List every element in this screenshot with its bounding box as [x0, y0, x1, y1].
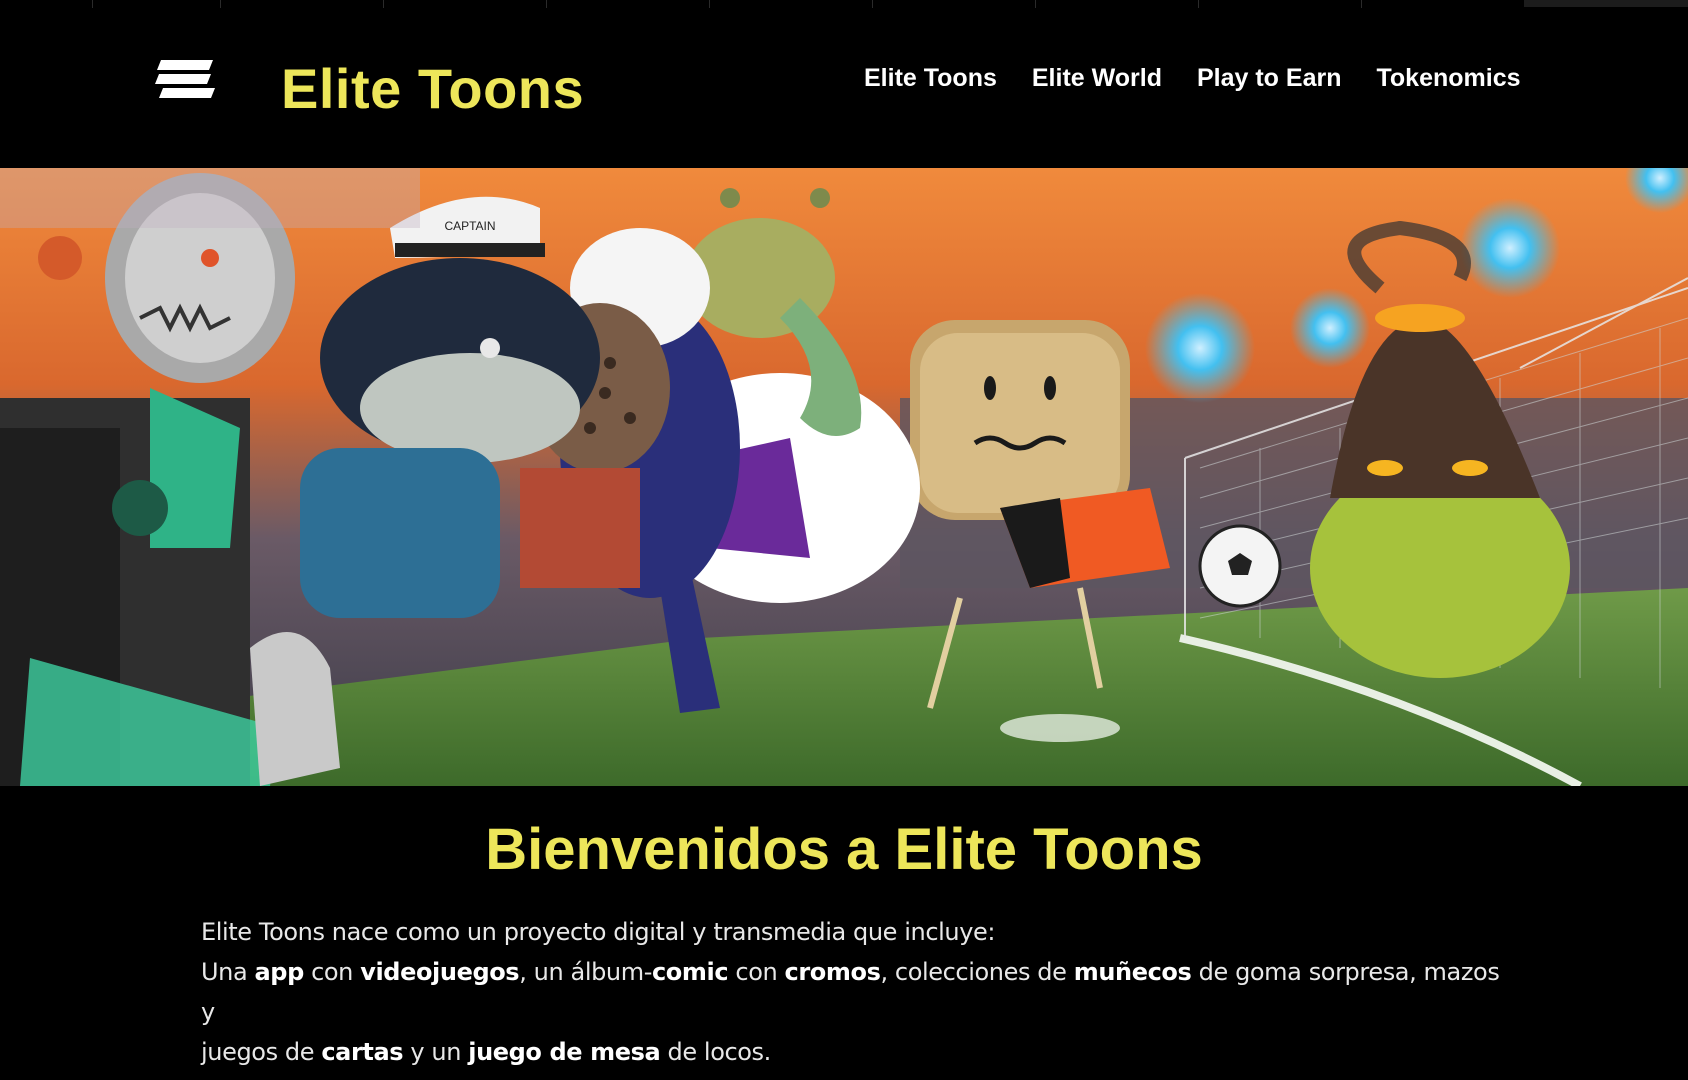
intro-line-3: juegos de cartas y un juego de mesa de l… — [201, 1032, 1501, 1072]
stacked-bars-logo-icon[interactable] — [155, 58, 215, 102]
site-header: Elite Toons Elite Toons Elite World Play… — [0, 8, 1688, 168]
strip-separator — [220, 0, 221, 8]
strip-separator — [1198, 0, 1199, 8]
intro-highlight-juego-de-mesa: juego de mesa — [468, 1038, 661, 1066]
strip-tab — [1524, 0, 1688, 7]
top-strip — [0, 0, 1688, 8]
intro-highlight-comic: comic — [651, 958, 729, 986]
nav-item-tokenomics[interactable]: Tokenomics — [1376, 64, 1520, 93]
intro-text: Elite Toons nace como un proyecto digita… — [201, 912, 1501, 1072]
intro-text-segment: juegos de — [201, 1038, 322, 1066]
brand-title[interactable]: Elite Toons — [281, 56, 584, 121]
main-nav: Elite Toons Elite World Play to Earn Tok… — [864, 64, 1521, 93]
intro-highlight-app: app — [254, 958, 305, 986]
intro-text-segment: de locos. — [660, 1038, 771, 1066]
intro-highlight-videojuegos: videojuegos — [360, 958, 520, 986]
strip-separator — [1035, 0, 1036, 8]
nav-item-play-to-earn[interactable]: Play to Earn — [1197, 64, 1342, 93]
intro-line-2: Una app con videojuegos, un álbum-comic … — [201, 952, 1501, 1032]
intro-text-segment: y un — [403, 1038, 469, 1066]
intro-text-segment: Una — [201, 958, 255, 986]
strip-separator — [546, 0, 547, 8]
intro-line-1: Elite Toons nace como un proyecto digita… — [201, 918, 996, 946]
nav-item-elite-world[interactable]: Elite World — [1032, 64, 1162, 93]
strip-separator — [709, 0, 710, 8]
intro-text-segment: con — [303, 958, 361, 986]
strip-separator — [1361, 0, 1362, 8]
football-cartoon-characters-banner: CAPTAIN — [0, 168, 1688, 786]
intro-text-segment: , un álbum- — [519, 958, 652, 986]
intro-text-segment: con — [728, 958, 785, 986]
intro-highlight-cromos: cromos — [784, 958, 881, 986]
nav-item-elite-toons[interactable]: Elite Toons — [864, 64, 997, 93]
welcome-title: Bienvenidos a Elite Toons — [485, 817, 1203, 882]
captain-cap-text: CAPTAIN — [444, 219, 495, 233]
strip-separator — [383, 0, 384, 8]
hero-banner: CAPTAIN — [0, 168, 1688, 786]
intro-highlight-munecos: muñecos — [1073, 958, 1192, 986]
strip-separator — [872, 0, 873, 8]
strip-separator — [92, 0, 93, 8]
intro-text-segment: , colecciones de — [880, 958, 1074, 986]
intro-highlight-cartas: cartas — [321, 1038, 404, 1066]
